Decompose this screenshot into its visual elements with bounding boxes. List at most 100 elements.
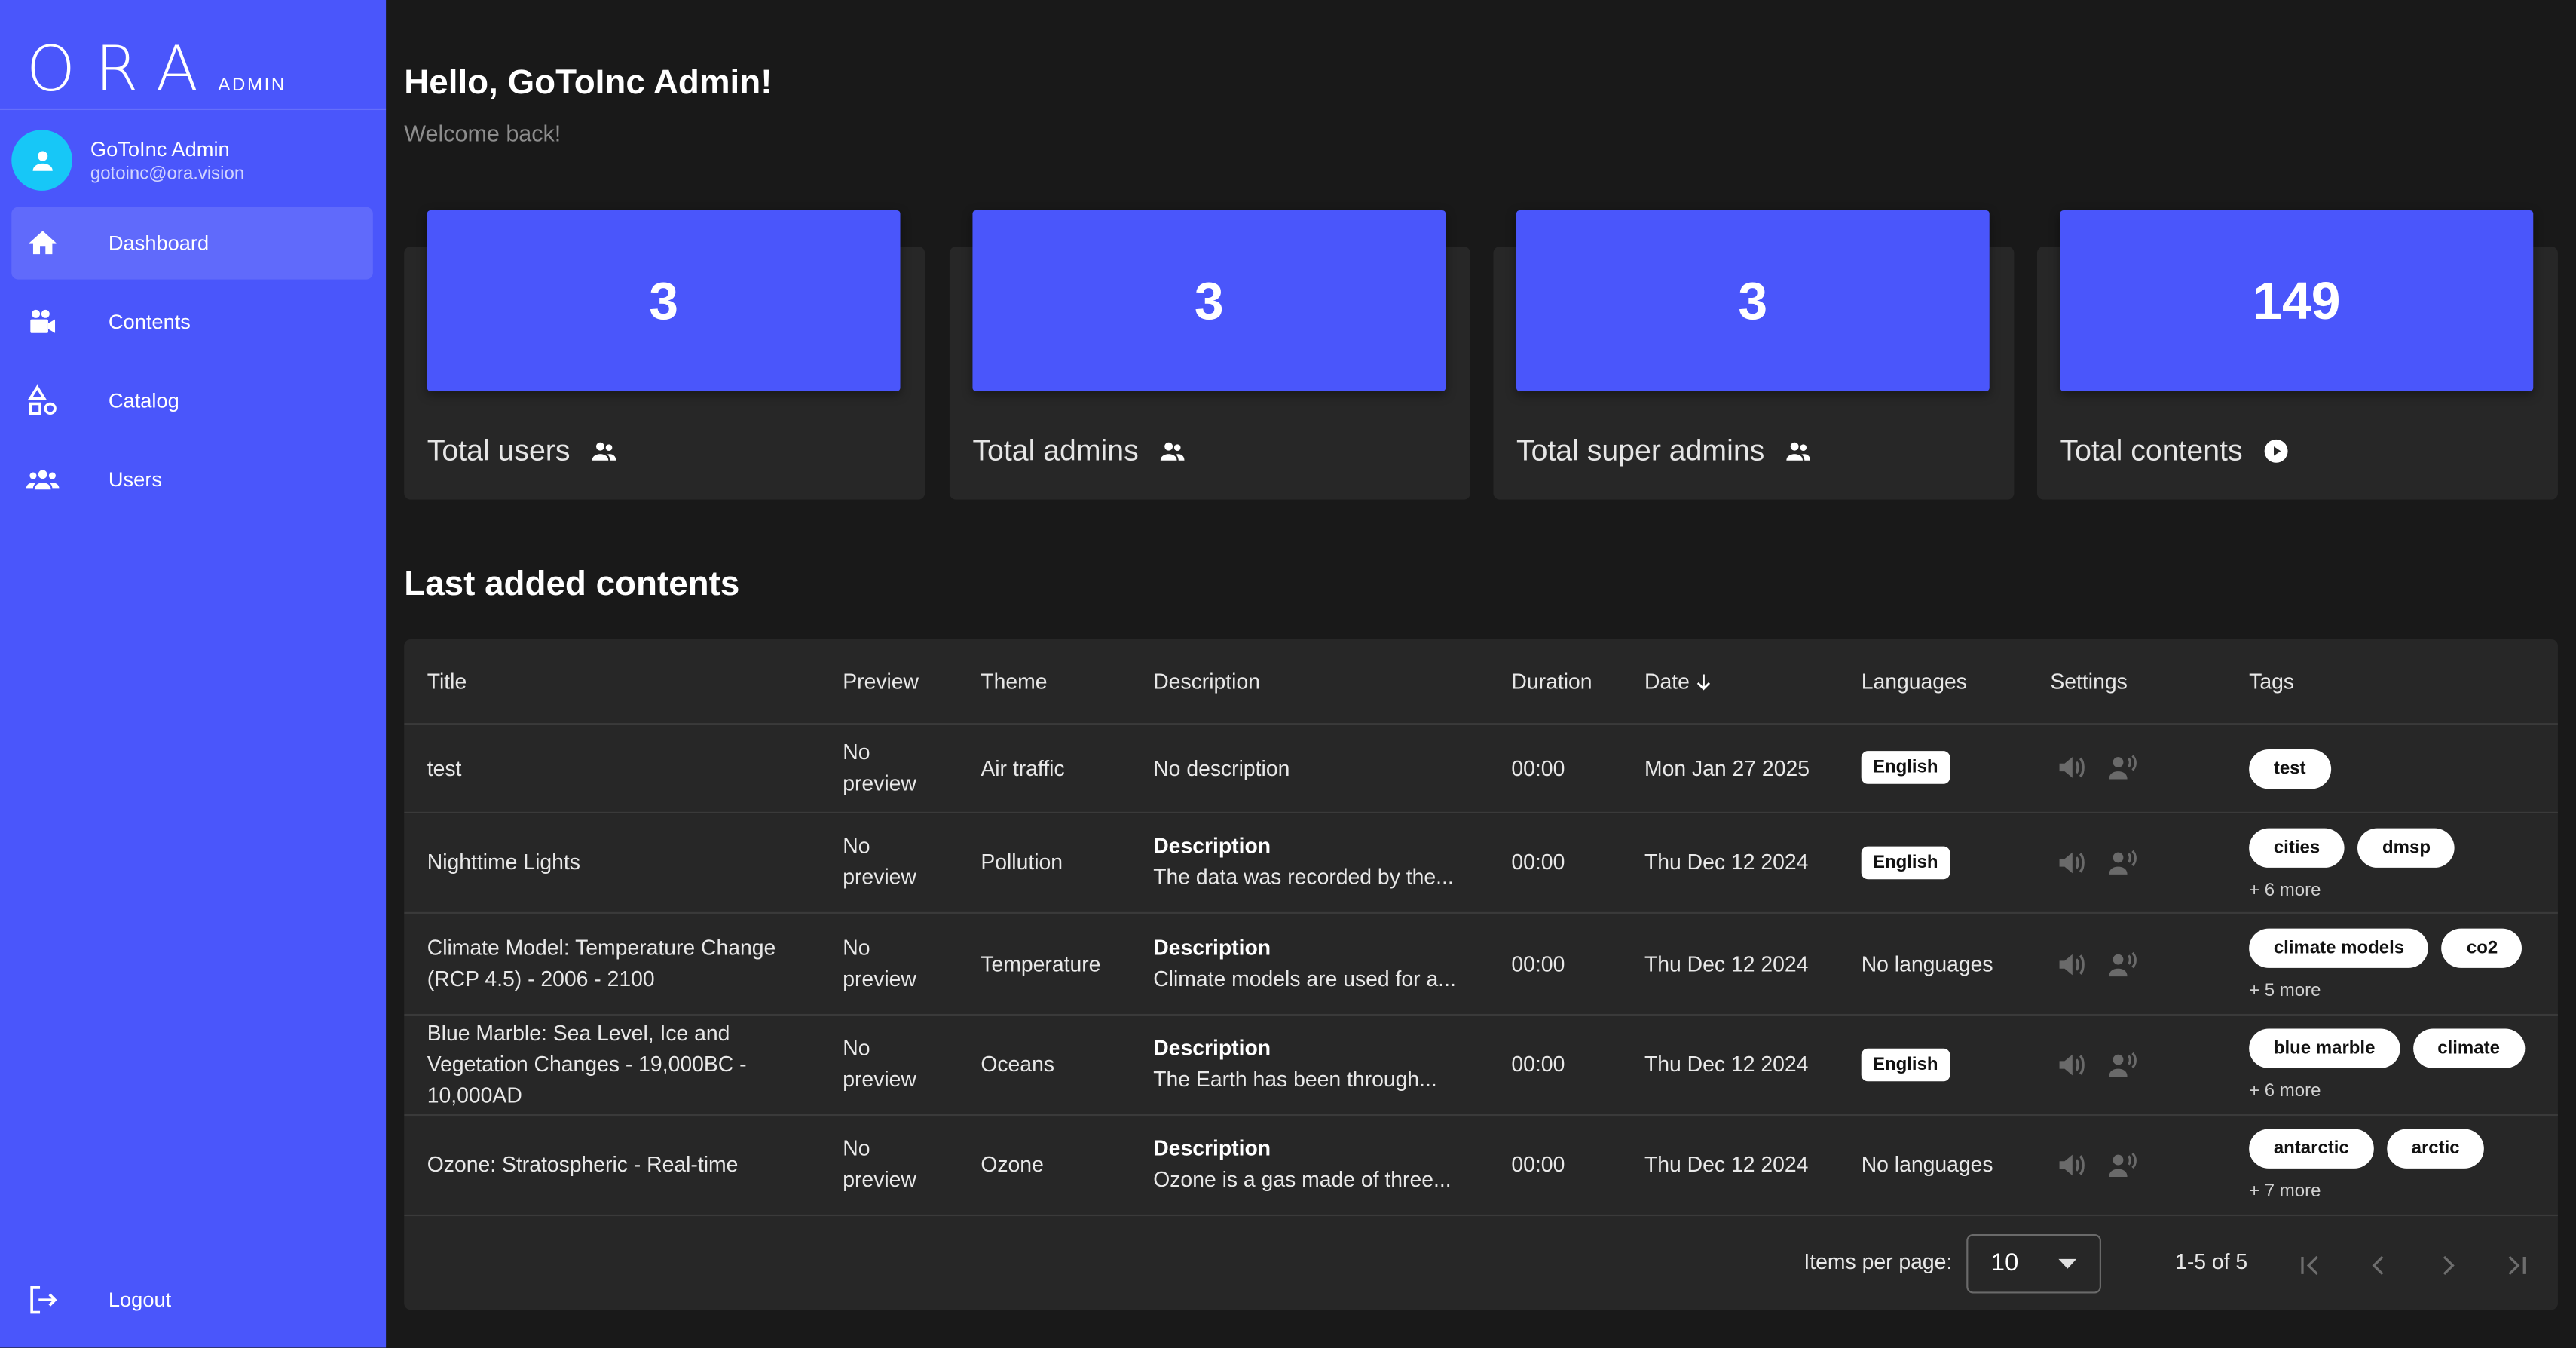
content-description: No description	[1153, 755, 1290, 781]
stat-label: Total super admins	[1516, 434, 1765, 467]
row-settings	[2057, 1052, 2139, 1078]
description-heading: Description	[1153, 935, 1271, 960]
column-header-title[interactable]: Title	[427, 666, 467, 697]
tag-chip[interactable]: co2	[2442, 928, 2522, 968]
content-duration: 00:00	[1511, 1052, 1565, 1077]
content-date: Thu Dec 12 2024	[1644, 1152, 1809, 1177]
column-header-preview[interactable]: Preview	[843, 666, 919, 697]
stat-label: Total admins	[972, 434, 1139, 467]
play-circle-icon	[2264, 439, 2288, 463]
brand-subtitle: ADMIN	[218, 75, 286, 96]
more-tags-link[interactable]: + 7 more	[2249, 1177, 2498, 1208]
stat-value: 149	[2253, 270, 2341, 330]
content-languages: No languages	[1861, 1152, 1993, 1177]
content-title: Blue Marble: Sea Level, Ice and Vegetati…	[427, 1020, 747, 1108]
people-icon	[592, 442, 616, 461]
content-title: Nighttime Lights	[427, 849, 580, 875]
logout-icon	[30, 1286, 57, 1314]
caret-down-icon	[2058, 1258, 2077, 1269]
logout-label: Logout	[108, 1288, 172, 1312]
table-row[interactable]: Nighttime Lights No preview Pollution De…	[404, 813, 2558, 914]
description-text: Climate models are used for a...	[1153, 966, 1456, 991]
content-duration: 00:00	[1511, 1152, 1565, 1177]
stat-value: 3	[649, 270, 679, 330]
description-heading: Description	[1153, 833, 1271, 858]
content-title: Ozone: Stratospheric - Real-time	[427, 1152, 739, 1177]
voice-icon	[2109, 1052, 2137, 1077]
column-header-duration[interactable]: Duration	[1511, 666, 1592, 697]
tag-chip[interactable]: arctic	[2386, 1129, 2485, 1169]
tag-chip[interactable]: antarctic	[2249, 1129, 2374, 1169]
table-row[interactable]: Ozone: Stratospheric - Real-time No prev…	[404, 1116, 2558, 1217]
user-profile[interactable]: GoToInc Admin gotoinc@ora.vision	[11, 130, 244, 191]
logout-button[interactable]: Logout	[11, 1264, 373, 1336]
description-heading: Description	[1153, 1135, 1271, 1160]
items-per-page-select[interactable]: 10	[1966, 1234, 2101, 1294]
table-row[interactable]: Blue Marble: Sea Level, Ice and Vegetati…	[404, 1016, 2558, 1117]
language-chip: English	[1861, 749, 1950, 784]
description-text: Ozone is a gas made of three...	[1153, 1166, 1452, 1192]
arrow-down-icon	[1697, 673, 1712, 690]
table-header-row: Title Preview Theme Description Duration…	[404, 639, 2558, 725]
content-languages: No languages	[1861, 951, 1993, 976]
row-settings	[2057, 755, 2139, 781]
tag-chip[interactable]: climate	[2412, 1028, 2525, 1068]
tag-chip[interactable]: climate models	[2249, 928, 2429, 968]
divider	[0, 108, 387, 111]
table-row[interactable]: Climate Model: Temperature Change (RCP 4…	[404, 914, 2558, 1016]
content-duration: 00:00	[1511, 849, 1565, 875]
more-tags-link[interactable]: + 6 more	[2249, 1077, 2538, 1108]
column-header-date[interactable]: Date	[1644, 666, 1716, 697]
previous-page-icon[interactable]	[2364, 1251, 2394, 1280]
row-settings	[2057, 850, 2139, 876]
first-page-icon[interactable]	[2295, 1251, 2324, 1280]
content-title: test	[427, 755, 462, 781]
sidebar-item-label: Dashboard	[108, 231, 210, 255]
content-preview: No preview	[843, 935, 916, 991]
tag-list: blue marble climate + 6 more	[2249, 1028, 2538, 1108]
column-header-languages[interactable]: Languages	[1862, 666, 1967, 697]
sidebar-item-dashboard[interactable]: Dashboard	[11, 207, 373, 280]
content-theme: Air traffic	[981, 755, 1065, 781]
content-preview: No preview	[843, 1035, 916, 1092]
stat-value: 3	[1738, 270, 1768, 330]
content-description: Description Climate models are used for …	[1153, 932, 1456, 994]
sidebar-item-label: Contents	[108, 310, 191, 334]
tag-chip[interactable]: blue marble	[2249, 1028, 2400, 1068]
stat-label: Total contents	[2060, 434, 2243, 467]
content-description: Description The data was recorded by the…	[1153, 830, 1454, 893]
more-tags-link[interactable]: + 5 more	[2249, 976, 2535, 1007]
contents-table: Title Preview Theme Description Duration…	[404, 639, 2558, 1310]
content-theme: Oceans	[981, 1052, 1055, 1077]
sidebar-item-users[interactable]: Users	[11, 444, 373, 516]
tag-chip[interactable]: cities	[2249, 828, 2345, 868]
column-header-tags[interactable]: Tags	[2249, 666, 2294, 697]
audio-icon	[2059, 1154, 2085, 1176]
content-date: Thu Dec 12 2024	[1644, 849, 1809, 875]
sidebar-item-catalog[interactable]: Catalog	[11, 365, 373, 437]
content-duration: 00:00	[1511, 951, 1565, 976]
column-header-theme[interactable]: Theme	[981, 666, 1047, 697]
column-header-description[interactable]: Description	[1153, 666, 1260, 697]
stat-label: Total users	[427, 434, 571, 467]
column-header-settings[interactable]: Settings	[2050, 666, 2127, 697]
profile-email: gotoinc@ora.vision	[90, 163, 245, 184]
sidebar-item-contents[interactable]: Contents	[11, 286, 373, 358]
avatar	[11, 130, 72, 191]
column-header-date-label: Date	[1644, 669, 1690, 694]
content-preview: No preview	[843, 739, 916, 796]
row-settings	[2057, 1152, 2139, 1178]
next-page-icon[interactable]	[2433, 1251, 2462, 1280]
tag-chip[interactable]: test	[2249, 749, 2331, 789]
last-page-icon[interactable]	[2502, 1251, 2532, 1280]
voice-icon	[2109, 755, 2137, 780]
language-chip: English	[1861, 1047, 1950, 1082]
voice-icon	[2109, 850, 2137, 875]
more-tags-link[interactable]: + 6 more	[2249, 876, 2468, 907]
stat-card-users: 3 Total users	[404, 210, 925, 500]
content-date: Thu Dec 12 2024	[1644, 951, 1809, 976]
content-date: Thu Dec 12 2024	[1644, 1052, 1809, 1077]
table-row[interactable]: test No preview Air traffic No descripti…	[404, 725, 2558, 814]
tag-chip[interactable]: dmsp	[2357, 828, 2455, 868]
items-per-page-value: 10	[1990, 1248, 2019, 1277]
